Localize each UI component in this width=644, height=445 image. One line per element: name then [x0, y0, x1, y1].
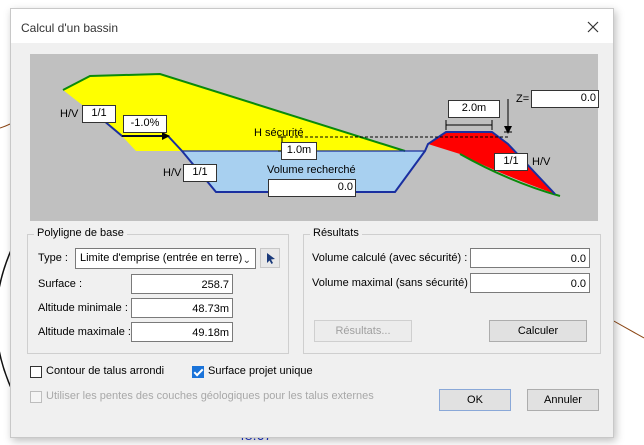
rounded-contour-checkbox[interactable] [30, 366, 42, 378]
chevron-down-icon: ⌄ [242, 255, 251, 266]
surface-field[interactable]: 258.7 [131, 274, 233, 294]
geo-layers-label: Utiliser les pentes des couches géologiq… [46, 390, 374, 402]
grade-field[interactable]: -1.0% [123, 115, 167, 133]
slope-left-outer-field[interactable]: 1/1 [82, 105, 116, 123]
ok-button[interactable]: OK [439, 389, 511, 411]
type-select[interactable]: Limite d'emprise (entrée en terre) ⌄ [75, 248, 256, 269]
h-securite-label: H sécurité [254, 127, 304, 139]
close-button[interactable] [583, 17, 603, 37]
volume-label: Volume recherché [267, 164, 356, 176]
dialog-title: Calcul d'un bassin [21, 21, 119, 35]
alt-min-label: Altitude minimale : [38, 302, 128, 314]
title-bar: Calcul d'un bassin [11, 9, 613, 43]
pick-polyline-button[interactable] [260, 248, 280, 268]
type-label: Type : [38, 252, 68, 264]
results-group: Résultats Volume calculé (avec sécurité)… [303, 227, 601, 354]
geo-layers-checkbox[interactable] [30, 391, 42, 403]
basin-dialog: Calcul d'un bassin H/V 1/1 -1.0% H/V 1/1… [10, 8, 614, 438]
unique-surface-checkbox[interactable] [192, 366, 204, 378]
close-icon [587, 21, 599, 33]
volume-max-label: Volume maximal (sans sécurité) : [312, 277, 474, 289]
type-select-value: Limite d'emprise (entrée en terre) [80, 252, 243, 264]
slope-right-label: H/V [532, 156, 551, 168]
results-button[interactable]: Résultats... [314, 320, 412, 342]
cursor-arrow-icon [267, 253, 275, 264]
volume-calc-field[interactable]: 0.0 [470, 248, 590, 268]
z-label: Z= [516, 93, 530, 105]
basin-diagram: H/V 1/1 -1.0% H/V 1/1 H sécurité 1.0m Vo… [30, 54, 599, 221]
slope-left-outer-label: H/V [60, 108, 79, 120]
volume-field[interactable]: 0.0 [268, 179, 356, 197]
results-group-title: Résultats [310, 227, 362, 239]
slope-right-field[interactable]: 1/1 [494, 153, 528, 171]
alt-min-field[interactable]: 48.73m [131, 298, 233, 318]
unique-surface-label: Surface projet unique [208, 365, 313, 377]
polygon-group-title: Polyligne de base [34, 227, 127, 239]
volume-max-field[interactable]: 0.0 [470, 273, 590, 293]
alt-max-label: Altitude maximale : [38, 326, 131, 338]
polygon-group: Polyligne de base Type : Limite d'empris… [27, 227, 289, 354]
alt-max-field[interactable]: 49.18m [131, 322, 233, 342]
cancel-button[interactable]: Annuler [527, 389, 599, 411]
volume-calc-label: Volume calculé (avec sécurité) : [312, 252, 468, 264]
surface-label: Surface : [38, 278, 83, 290]
calculate-button[interactable]: Calculer [489, 320, 587, 342]
z-field[interactable]: 0.0 [531, 90, 599, 108]
width-field[interactable]: 2.0m [448, 100, 500, 118]
slope-left-inner-label: H/V [163, 167, 182, 179]
rounded-contour-label: Contour de talus arrondi [46, 365, 165, 377]
h-securite-field[interactable]: 1.0m [281, 142, 317, 160]
slope-left-inner-field[interactable]: 1/1 [183, 164, 217, 182]
